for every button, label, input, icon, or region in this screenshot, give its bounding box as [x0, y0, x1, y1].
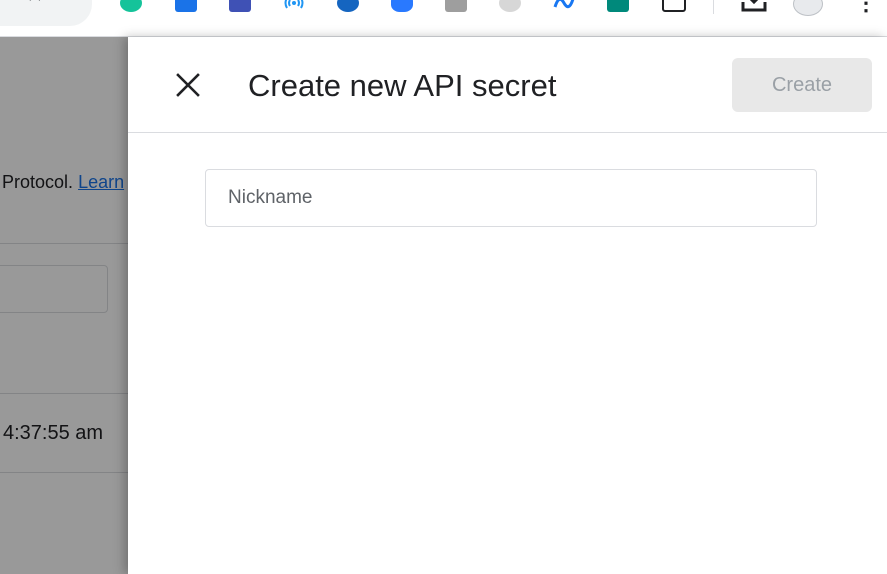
panel-header: Create new API secret Create	[128, 37, 887, 133]
close-button[interactable]	[168, 65, 208, 105]
browser-toolbar: ... ☆ ⋮	[0, 0, 887, 37]
create-api-secret-panel: Create new API secret Create	[128, 37, 887, 574]
omnibox[interactable]: ... ☆	[0, 0, 92, 26]
puzzle-icon[interactable]	[662, 0, 686, 12]
bookmark-star-icon[interactable]: ☆	[25, 0, 45, 7]
grammarly-icon[interactable]	[120, 0, 142, 12]
modal-scrim[interactable]	[0, 37, 128, 574]
profile-avatar[interactable]	[793, 0, 823, 16]
camera-icon[interactable]	[445, 0, 467, 12]
meta-icon[interactable]	[553, 0, 575, 12]
toolbar-separator	[713, 0, 714, 14]
bug-icon[interactable]	[391, 0, 413, 12]
photo-frame-icon[interactable]	[229, 0, 251, 12]
panel-title: Create new API secret	[248, 68, 557, 103]
link-icon[interactable]	[499, 0, 521, 12]
snowflake-icon[interactable]	[175, 0, 197, 12]
create-button[interactable]: Create	[732, 58, 872, 112]
pulse-icon[interactable]	[607, 0, 629, 12]
kebab-menu-icon[interactable]: ⋮	[855, 0, 877, 16]
download-icon[interactable]	[741, 0, 767, 12]
broadcast-icon[interactable]	[283, 0, 305, 12]
shield-icon[interactable]	[337, 0, 359, 12]
nickname-input[interactable]	[205, 169, 817, 227]
close-icon	[176, 73, 200, 97]
